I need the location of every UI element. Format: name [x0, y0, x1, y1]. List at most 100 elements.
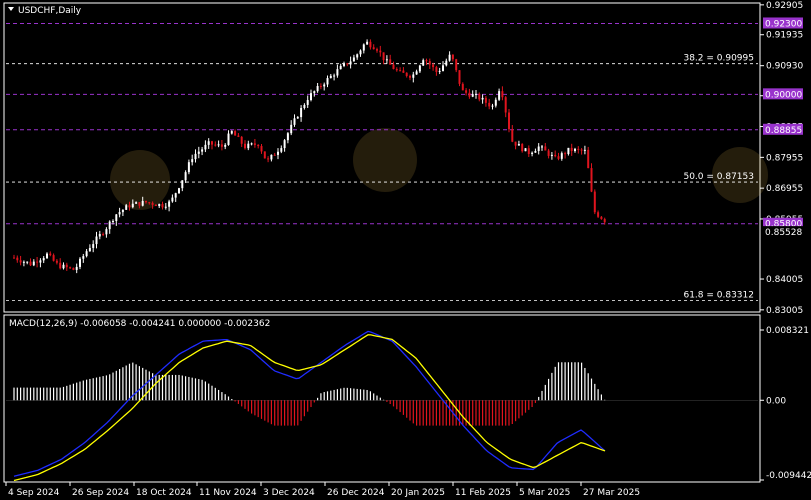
candle-body: [108, 221, 111, 230]
candle-body: [125, 205, 128, 210]
candle-body: [415, 71, 418, 75]
candle-body: [514, 141, 517, 146]
fib-level-label: 50.0 = 0.87153: [683, 172, 754, 182]
candle-body: [379, 50, 382, 53]
candle-body: [211, 141, 213, 145]
candle-body: [158, 203, 161, 207]
candle-body: [508, 112, 510, 130]
candle-body: [461, 83, 464, 91]
price-tick-label: 0.90930: [766, 62, 803, 72]
candle-body: [531, 152, 534, 154]
candle-body: [313, 91, 316, 94]
candle-body: [128, 205, 131, 208]
candle-body: [95, 236, 98, 245]
candle-body: [102, 234, 105, 236]
time-tick-label: 26 Dec 2024: [327, 488, 385, 498]
candle-body: [253, 143, 256, 145]
candle-body: [260, 146, 263, 152]
candle-body: [544, 146, 547, 151]
candle-body: [587, 149, 590, 169]
price-tick-label: 0.87955: [766, 153, 803, 163]
candle-body: [151, 202, 154, 205]
candle-body: [300, 107, 303, 118]
time-tick-label: 11 Feb 2025: [455, 488, 511, 498]
candle-body: [557, 156, 560, 159]
candle-body: [597, 212, 600, 217]
candle-body: [69, 267, 72, 269]
candle-body: [217, 144, 220, 146]
time-tick-label: 3 Dec 2024: [263, 488, 315, 498]
candle-body: [65, 264, 68, 268]
candle-body: [306, 100, 309, 105]
candle-body: [343, 63, 345, 66]
time-tick-label: 5 Mar 2025: [519, 488, 570, 498]
candle-body: [590, 168, 593, 192]
candle-body: [214, 144, 217, 146]
candle-body: [237, 135, 240, 137]
candle-body: [171, 197, 174, 202]
candle-body: [498, 91, 501, 100]
candle-body: [16, 257, 19, 261]
candle-body: [326, 78, 329, 85]
candle-body: [36, 261, 39, 263]
candle-body: [560, 153, 563, 159]
fib-level-label: 61.8 = 0.83312: [683, 290, 754, 300]
candle-body: [547, 150, 550, 156]
candle-body: [263, 151, 266, 159]
candle-body: [22, 261, 25, 263]
candle-body: [62, 264, 65, 269]
candle-body: [280, 148, 283, 152]
candle-body: [445, 60, 448, 66]
symbol-label: USDCHF,Daily: [18, 6, 82, 16]
candle-body: [201, 149, 204, 152]
candle-body: [283, 140, 286, 149]
candle-body: [187, 162, 190, 173]
candle-body: [194, 153, 197, 160]
usdchf-chart: 38.2 = 0.90995 50.0 = 0.87153 61.8 = 0.833…: [3, 1, 811, 498]
candle-body: [138, 202, 141, 206]
candle-body: [382, 52, 385, 61]
candle-body: [468, 92, 471, 97]
candle-body: [19, 260, 22, 263]
candle-body: [329, 75, 332, 79]
candle-body: [277, 151, 279, 155]
candle-body: [471, 94, 474, 97]
candle-body: [600, 216, 603, 220]
time-tick-label: 4 Sep 2024: [8, 488, 60, 498]
candle-body: [333, 75, 336, 77]
candle-body: [267, 158, 270, 160]
candle-body: [402, 70, 405, 73]
candle-body: [191, 159, 194, 163]
candle-body: [428, 61, 431, 65]
macd-title: MACD(12,26,9) -0.006058 -0.004241 0.0000…: [9, 319, 270, 329]
candle-body: [234, 131, 237, 136]
time-tick-label: 26 Sep 2024: [72, 488, 129, 498]
candle-body: [366, 41, 369, 45]
candle-body: [244, 143, 246, 149]
candle-body: [372, 47, 375, 50]
candle-body: [26, 261, 29, 263]
candle-body: [42, 258, 45, 261]
candle-body: [392, 64, 395, 70]
time-tick-label: 20 Jan 2025: [391, 488, 445, 498]
candle-body: [451, 54, 454, 60]
price-tick-label: 0.83005: [766, 306, 803, 316]
candle-body: [511, 129, 514, 142]
candle-body: [220, 144, 223, 147]
candle-body: [593, 191, 596, 213]
candle-body: [577, 148, 580, 150]
candle-body: [52, 255, 55, 261]
candle-body: [376, 49, 378, 51]
candle-body: [432, 64, 435, 68]
price-tag-label: 0.90000: [765, 90, 802, 100]
candle-body: [359, 50, 362, 55]
candle-body: [537, 146, 540, 152]
macd-tick-label: 0.008321: [766, 326, 809, 336]
candle-body: [92, 244, 95, 248]
candle-body: [458, 70, 461, 84]
candle-body: [554, 154, 557, 157]
candle-body: [323, 84, 326, 87]
candle-body: [250, 143, 253, 145]
candle-body: [567, 147, 570, 154]
candle-body: [85, 251, 88, 257]
